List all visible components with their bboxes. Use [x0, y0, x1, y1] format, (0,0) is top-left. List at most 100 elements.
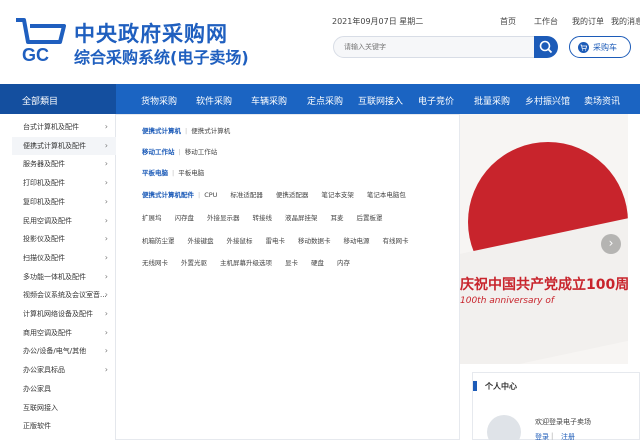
chevron-right-icon: ›	[104, 327, 108, 337]
personal-center-title: 个人中心	[485, 382, 517, 391]
login-link[interactable]: 登录	[535, 432, 549, 440]
flyout-link[interactable]: 便携式计算机	[191, 127, 230, 135]
flyout-link[interactable]: 外置光驱	[181, 259, 207, 267]
register-link[interactable]: 注册	[561, 432, 575, 440]
flyout-link[interactable]: 耳麦	[331, 214, 344, 222]
banner-subline: 100th anniversary of	[460, 296, 555, 306]
flyout-link[interactable]: 移动工作站	[185, 148, 218, 156]
sidebar-item[interactable]: 复印机及配件 ›	[12, 193, 116, 212]
flyout-link[interactable]: 笔记本支架	[321, 191, 354, 199]
flyout-link[interactable]: 移动数据卡	[298, 237, 331, 245]
cart-button[interactable]: 采购车	[569, 36, 631, 58]
flyout-link[interactable]: 标准适配器	[230, 191, 263, 199]
sidebar-item[interactable]: 视频会议系统及会议室音... ›	[12, 286, 116, 305]
sidebar-item[interactable]: 办公家具	[12, 380, 116, 399]
sidebar-item-label: 互联网接入	[23, 403, 58, 412]
sidebar-item[interactable]: 多功能一体机及配件 ›	[12, 268, 116, 287]
sidebar-item-label: 打印机及配件	[23, 179, 65, 188]
promo-banner[interactable]: 庆祝中国共产党成立100周年 100th anniversary of ›	[460, 114, 628, 364]
sidebar-item[interactable]: 商用空调及配件 ›	[12, 324, 116, 343]
flyout-link-row: 无线网卡 外置光驱 主机屏幕升级选项 显卡 硬盘 内存	[142, 257, 363, 267]
sidebar-item-label: 复印机及配件	[23, 197, 65, 206]
main-nav: 全部類目 货物采购 软件采购 车辆采购 定点采购 互联网接入 电子竞价 批量采购…	[0, 84, 640, 114]
my-messages-link[interactable]: 我的消息	[611, 16, 640, 27]
flyout-link[interactable]: 外接键盘	[188, 237, 214, 245]
chevron-right-icon: ›	[104, 140, 108, 150]
sidebar-item[interactable]: 打印机及配件 ›	[12, 174, 116, 193]
flyout-link[interactable]: 有线网卡	[383, 237, 409, 245]
nav-software[interactable]: 软件采购	[196, 94, 232, 107]
banner-headline: 庆祝中国共产党成立100周年	[460, 277, 628, 293]
my-orders-link[interactable]: 我的订单	[572, 16, 604, 27]
flyout-link[interactable]: 内存	[337, 259, 350, 267]
search-input[interactable]	[333, 36, 535, 58]
flyout-link[interactable]: 便携适配器	[276, 191, 309, 199]
nav-e-bidding[interactable]: 电子竞价	[418, 94, 454, 107]
flyout-link[interactable]: 机箱防尘罩	[142, 237, 175, 245]
flyout-link[interactable]: 笔记本电脑包	[367, 191, 406, 199]
flyout-link[interactable]: 闪存盘	[175, 214, 195, 222]
flyout-group: 便携式计算机 | 便携式计算机	[142, 125, 243, 135]
sidebar-item-label: 商用空调及配件	[23, 328, 72, 337]
chevron-right-icon: ›	[104, 122, 108, 131]
workbench-link[interactable]: 工作台	[534, 16, 558, 27]
flyout-link[interactable]: 外接鼠标	[227, 237, 253, 245]
sidebar-item[interactable]: 投影仪及配件 ›	[12, 230, 116, 249]
avatar	[487, 415, 521, 440]
chevron-right-icon: ›	[104, 365, 108, 375]
sidebar-item[interactable]: 扫描仪及配件 ›	[12, 249, 116, 268]
current-date: 2021年09月07日 星期二	[332, 17, 424, 26]
flyout-link[interactable]: 雷电卡	[266, 237, 286, 245]
all-categories-button[interactable]: 全部類目	[0, 84, 116, 114]
flyout-link[interactable]: 外接显示器	[207, 214, 240, 222]
site-header: GC 中央政府采购网 综合采购系统(电子卖场) 2021年09月07日 星期二 …	[0, 0, 640, 84]
flyout-link[interactable]: 扩展坞	[142, 214, 162, 222]
sidebar-item[interactable]: 正版软件	[12, 417, 116, 436]
chevron-right-icon: ›	[104, 290, 108, 300]
flyout-group: 平板电脑 | 平板电脑	[142, 167, 217, 177]
flyout-group-heading[interactable]: 平板电脑	[142, 169, 168, 177]
nav-rural-revitalization[interactable]: 乡村振兴馆	[525, 94, 570, 107]
sidebar-item[interactable]: 便携式计算机及配件 ›	[12, 136, 116, 156]
chevron-right-icon: ›	[104, 309, 108, 318]
flyout-link[interactable]: 显卡	[285, 259, 298, 267]
sidebar-item[interactable]: 计算机网络设备及配件 ›	[12, 305, 116, 324]
nav-vehicles[interactable]: 车辆采购	[251, 94, 287, 107]
nav-mall-news[interactable]: 卖场资讯	[584, 94, 620, 107]
chevron-right-icon: ›	[104, 215, 108, 225]
sidebar-item[interactable]: 服务器及配件 ›	[12, 155, 116, 174]
sidebar-item-label: 便携式计算机及配件	[23, 141, 86, 150]
flyout-group-heading[interactable]: 便携式计算机	[142, 127, 181, 135]
flyout-separator: |	[178, 148, 181, 156]
sidebar-item[interactable]: 互联网接入	[12, 399, 116, 418]
sidebar-item[interactable]: 民用空调及配件 ›	[12, 212, 116, 231]
nav-bulk[interactable]: 批量采购	[474, 94, 510, 107]
sidebar-item-label: 民用空调及配件	[23, 216, 72, 225]
sidebar-item-label: 办公/设备/电气/其他	[23, 347, 87, 356]
flyout-link[interactable]: 平板电脑	[178, 169, 204, 177]
banner-next-arrow-icon[interactable]: ›	[601, 234, 621, 254]
flyout-group-heading[interactable]: 移动工作站	[142, 148, 175, 156]
sidebar-item[interactable]: 办公/设备/电气/其他 ›	[12, 342, 116, 361]
nav-internet-access[interactable]: 互联网接入	[358, 94, 403, 107]
flyout-link[interactable]: 硬盘	[311, 259, 324, 267]
flyout-link[interactable]: 移动电源	[344, 237, 370, 245]
nav-goods[interactable]: 货物采购	[141, 94, 177, 107]
nav-designated[interactable]: 定点采购	[307, 94, 343, 107]
search-icon	[539, 40, 553, 54]
flyout-link[interactable]: 后置板罩	[357, 214, 383, 222]
flyout-link[interactable]: 液晶屏挂架	[285, 214, 318, 222]
flyout-link-row: 扩展坞 闪存盘 外接显示器 转接线 液晶屏挂架 耳麦 后置板罩	[142, 212, 396, 222]
flyout-link[interactable]: 无线网卡	[142, 259, 168, 267]
search-button[interactable]	[534, 36, 558, 58]
sidebar-item[interactable]: 台式计算机及配件 ›	[12, 118, 116, 137]
flyout-separator: |	[185, 127, 188, 135]
cart-label: 采购车	[593, 43, 617, 52]
flyout-group-heading[interactable]: 便携式计算机配件	[142, 191, 194, 199]
sidebar-item[interactable]: 办公家具标品 ›	[12, 361, 116, 380]
flyout-link[interactable]: 转接线	[253, 214, 273, 222]
flyout-link[interactable]: 主机屏幕升级选项	[220, 259, 272, 267]
sidebar-item-label: 台式计算机及配件	[23, 123, 79, 131]
flyout-link[interactable]: CPU	[204, 191, 217, 199]
home-link[interactable]: 首页	[500, 16, 516, 27]
